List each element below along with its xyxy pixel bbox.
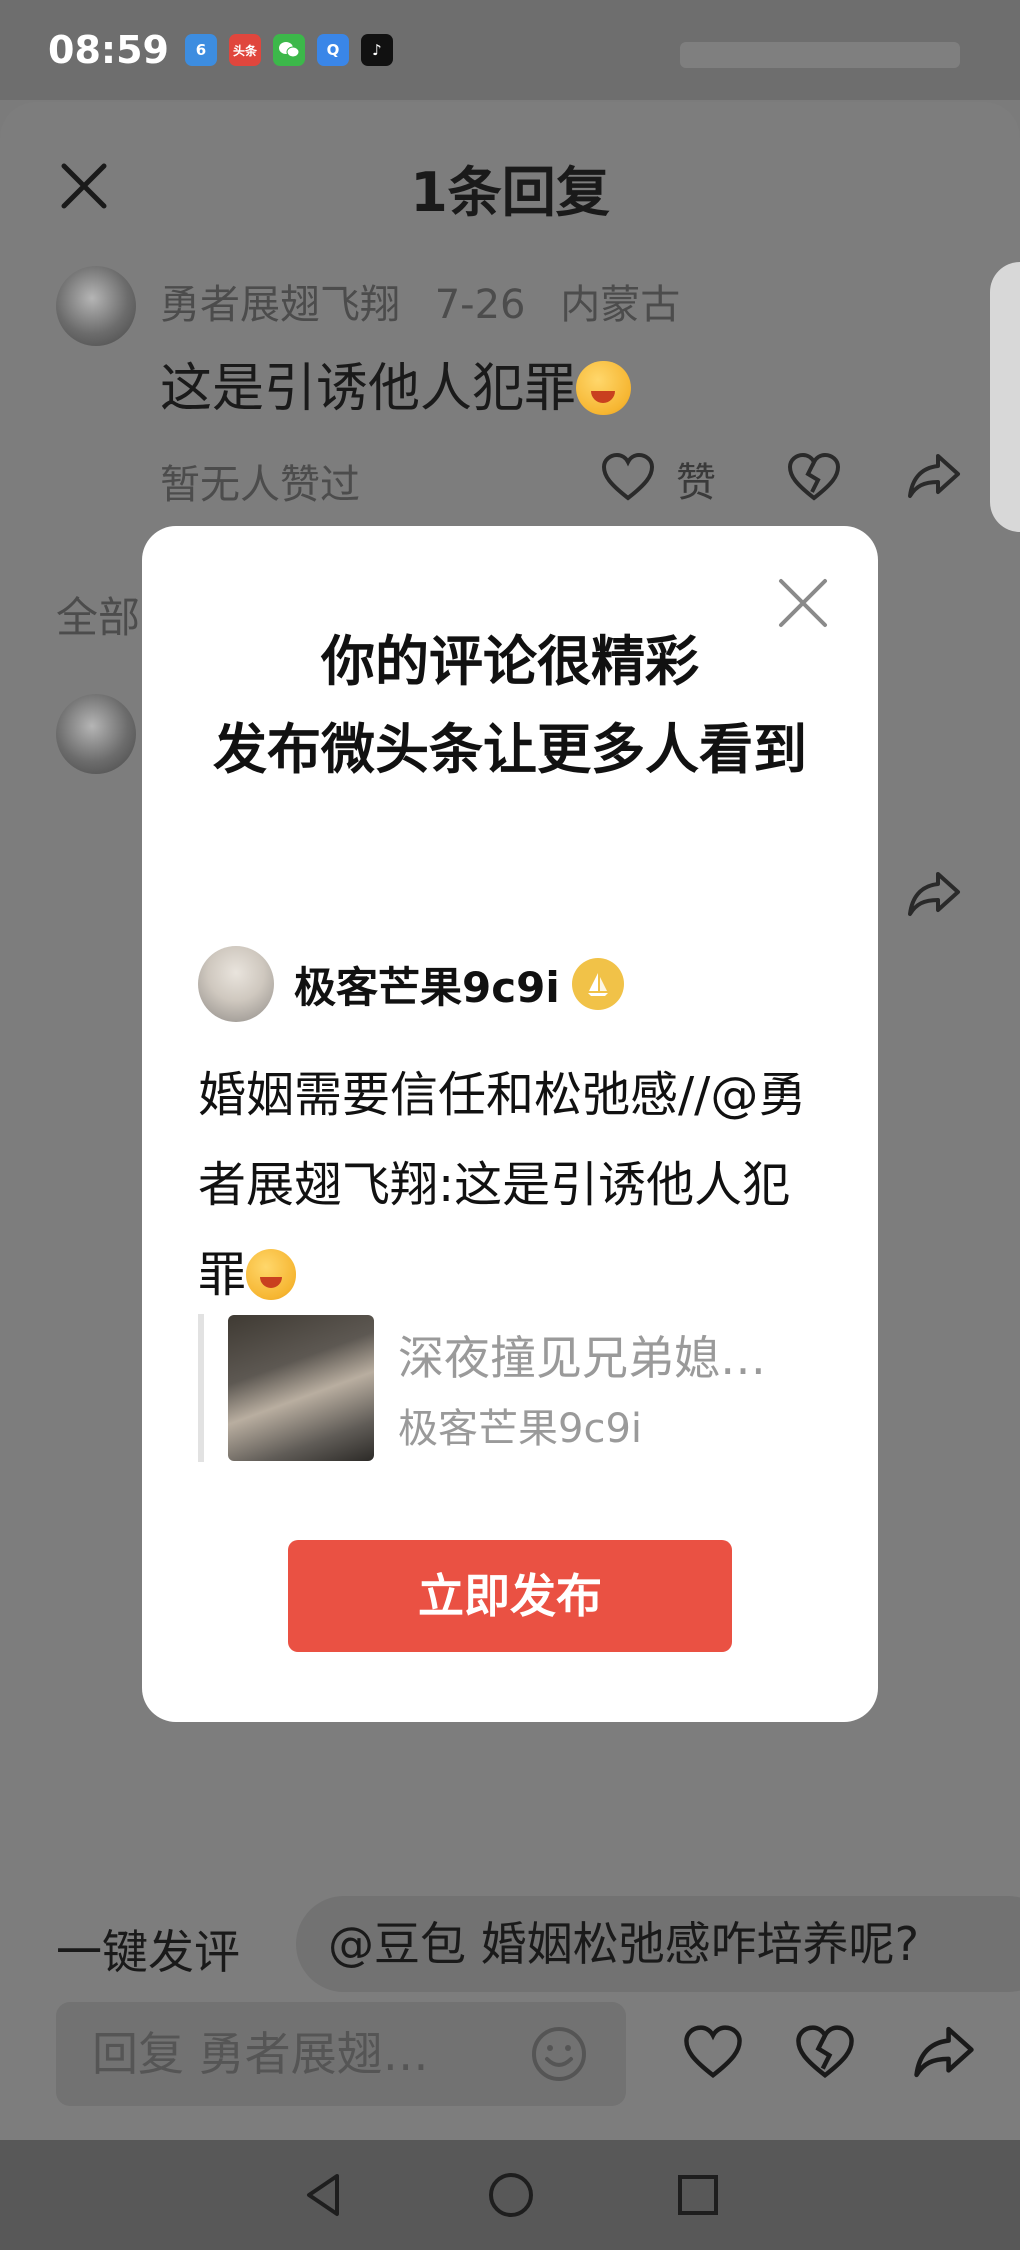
- comment-author-avatar[interactable]: [56, 266, 136, 346]
- comment-author[interactable]: 勇者展翅飞翔: [160, 282, 400, 328]
- dialog-headline-line2: 发布微头条让更多人看到: [213, 718, 807, 781]
- reply-share-icon[interactable]: [906, 868, 962, 920]
- status-time: 08:59: [48, 28, 169, 72]
- wechat-app-icon: [272, 34, 305, 66]
- quoted-article-info: 深夜撞见兄弟媳… 极客芒果9c9i: [398, 1322, 766, 1454]
- bottom-like-icon[interactable]: [682, 2024, 744, 2080]
- share-icon[interactable]: [906, 450, 962, 502]
- creator-badge-icon: [571, 958, 624, 1010]
- status-bar: 08:59 6 头条 Q ♪: [0, 0, 1020, 100]
- toutiao-app-icon: 头条: [228, 34, 261, 66]
- system-nav-bar: [0, 2140, 1020, 2250]
- laughing-emoji-icon: [246, 1249, 297, 1300]
- post-author: 极客芒果9c9i: [198, 946, 624, 1022]
- back-icon[interactable]: [299, 2170, 347, 2220]
- all-replies-label: 全部: [56, 593, 141, 642]
- post-author-avatar: [198, 946, 274, 1022]
- browser-app-icon: 6: [184, 34, 217, 66]
- post-text: 婚姻需要信任和松弛感//@勇者展翅飞翔:这是引诱他人犯罪: [198, 1050, 822, 1320]
- comment-meta: 勇者展翅飞翔 7-26 内蒙古: [160, 272, 702, 330]
- emoji-icon[interactable]: [530, 2025, 588, 2083]
- side-handle[interactable]: [990, 262, 1020, 532]
- publish-now-button[interactable]: 立即发布: [288, 1540, 732, 1652]
- quick-comment-label: 一键发评: [56, 1925, 240, 1979]
- comment-date: 7-26: [434, 282, 526, 328]
- comment-text: 这是引诱他人犯罪: [160, 346, 631, 421]
- quoted-article[interactable]: 深夜撞见兄弟媳… 极客芒果9c9i: [198, 1314, 818, 1462]
- reply-author-avatar[interactable]: [56, 694, 136, 774]
- home-icon[interactable]: [486, 2170, 536, 2220]
- like-label[interactable]: 赞: [676, 450, 716, 508]
- post-author-name: 极客芒果9c9i: [294, 962, 560, 1012]
- bottom-share-icon[interactable]: [912, 2022, 976, 2082]
- dislike-heart-icon[interactable]: [786, 452, 842, 502]
- publish-dialog: 你的评论很精彩 发布微头条让更多人看到 极客芒果9c9i 婚姻需要信任和松弛感/…: [142, 526, 878, 1722]
- dialog-headline: 你的评论很精彩 发布微头条让更多人看到: [182, 618, 838, 794]
- laughing-emoji-icon: [576, 360, 631, 416]
- douyin-app-icon: ♪: [360, 34, 393, 66]
- quick-comment-suggestion[interactable]: @豆包 婚姻松弛感咋培养呢?: [296, 1896, 1020, 1992]
- dialog-headline-line1: 你的评论很精彩: [321, 630, 699, 693]
- no-likes-label: 暂无人赞过: [160, 462, 360, 508]
- like-heart-icon[interactable]: [600, 452, 656, 502]
- recents-icon[interactable]: [675, 2172, 721, 2218]
- quoted-article-author: 极客芒果9c9i: [398, 1406, 643, 1452]
- search-app-icon: Q: [316, 34, 349, 66]
- quoted-article-title: 深夜撞见兄弟媳…: [398, 1331, 766, 1385]
- status-indicators: [680, 42, 960, 68]
- comment-text-content: 这是引诱他人犯罪: [160, 359, 577, 419]
- bottom-dislike-icon[interactable]: [794, 2024, 856, 2080]
- comment-location: 内蒙古: [560, 282, 681, 328]
- quoted-article-thumbnail: [228, 1315, 374, 1461]
- sheet-title: 1条回复: [410, 161, 610, 224]
